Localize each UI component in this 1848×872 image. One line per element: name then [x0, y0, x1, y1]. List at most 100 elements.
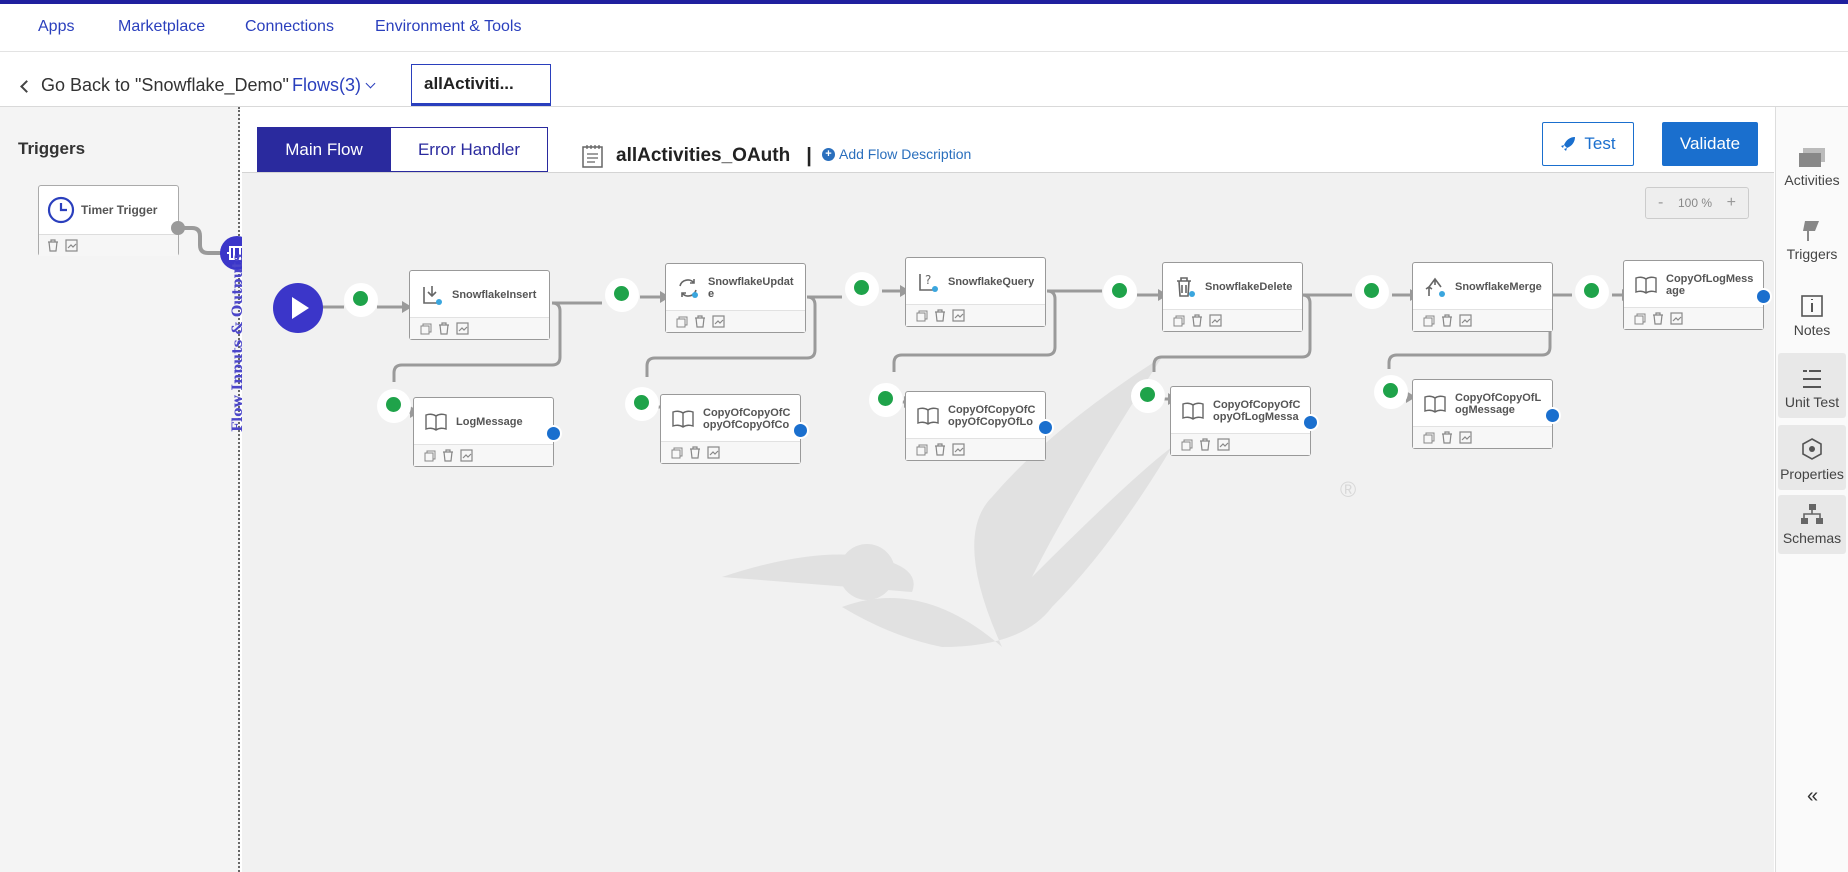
activity-node[interactable]: CopyOfLogMessage	[1623, 260, 1772, 330]
activity-label: LogMessage	[456, 415, 523, 428]
snowflake-insert-icon	[423, 285, 442, 305]
copy-icon[interactable]	[671, 447, 683, 459]
mapping-icon[interactable]	[1217, 438, 1230, 451]
rail-triggers[interactable]: Triggers	[1778, 219, 1846, 262]
rail-notes[interactable]: Notes	[1778, 293, 1846, 338]
flows-dropdown-label: Flows(3)	[292, 75, 362, 95]
copy-icon[interactable]	[1423, 315, 1435, 327]
copy-icon[interactable]	[1634, 313, 1646, 325]
success-branch-marker[interactable]	[1575, 275, 1609, 309]
flow-canvas[interactable]: Main Flow Error Handler allActivities_OA…	[242, 107, 1774, 872]
trash-icon[interactable]	[934, 309, 946, 322]
trash-icon[interactable]	[1441, 314, 1453, 327]
nav-environment-tools[interactable]: Environment & Tools	[375, 18, 521, 36]
triggers-title: Triggers	[18, 139, 86, 158]
success-branch-marker[interactable]	[1103, 275, 1137, 309]
trash-icon[interactable]	[442, 449, 454, 462]
rail-schemas[interactable]: Schemas	[1778, 495, 1846, 554]
success-branch-marker[interactable]	[1131, 379, 1165, 413]
activity-node[interactable]: LogMessage	[413, 397, 562, 467]
chevron-down-icon	[365, 78, 376, 89]
copy-icon[interactable]	[916, 310, 928, 322]
nav-apps[interactable]: Apps	[38, 18, 74, 36]
play-icon	[292, 297, 309, 319]
activity-node[interactable]: ? SnowflakeQuery	[905, 257, 1046, 327]
activity-node[interactable]: SnowflakeMerge	[1412, 262, 1553, 332]
rail-unit-test-label: Unit Test	[1784, 394, 1840, 410]
activity-node[interactable]: SnowflakeDelete	[1162, 262, 1303, 332]
copy-icon[interactable]	[420, 323, 432, 335]
flow-end-icon[interactable]	[1755, 288, 1772, 305]
trash-icon[interactable]	[694, 315, 706, 328]
success-branch-marker[interactable]	[344, 283, 378, 317]
success-branch-marker[interactable]	[377, 389, 411, 423]
activity-node[interactable]: CopyOfCopyOfCopyOfCopyOfCo	[660, 394, 809, 464]
trash-icon[interactable]	[1441, 431, 1453, 444]
success-branch-marker[interactable]	[1374, 375, 1408, 409]
check-circle-icon	[1364, 283, 1379, 298]
success-branch-marker[interactable]	[625, 387, 659, 421]
rail-activities[interactable]: Activities	[1778, 147, 1846, 188]
nav-marketplace[interactable]: Marketplace	[118, 18, 205, 36]
activity-node[interactable]: CopyOfCopyOfCopyOfCopyOfLo	[905, 391, 1054, 461]
activity-label: SnowflakeQuery	[948, 275, 1035, 288]
success-branch-marker[interactable]	[869, 383, 903, 417]
go-back-label: Go Back to "Snowflake_Demo"	[41, 75, 289, 95]
copy-icon[interactable]	[1173, 315, 1185, 327]
success-branch-marker[interactable]	[845, 272, 879, 306]
mapping-icon[interactable]	[1209, 314, 1222, 327]
mapping-icon[interactable]	[1459, 314, 1472, 327]
check-circle-icon	[634, 395, 649, 410]
activity-node[interactable]: SnowflakeInsert	[409, 270, 550, 340]
mapping-icon[interactable]	[456, 322, 469, 335]
flow-end-icon[interactable]	[1302, 414, 1319, 431]
mapping-icon[interactable]	[460, 449, 473, 462]
check-circle-icon	[878, 391, 893, 406]
mapping-icon[interactable]	[1670, 312, 1683, 325]
rail-notes-label: Notes	[1793, 322, 1831, 338]
activity-node[interactable]: CopyOfCopyOfCopyOfLogMessa	[1170, 386, 1319, 456]
copy-icon[interactable]	[424, 450, 436, 462]
mapping-icon[interactable]	[712, 315, 725, 328]
trash-icon[interactable]	[934, 443, 946, 456]
copy-icon[interactable]	[916, 444, 928, 456]
activity-label: CopyOfLogMessage	[1666, 272, 1754, 297]
trash-icon[interactable]	[47, 239, 59, 252]
nav-connections[interactable]: Connections	[245, 18, 334, 36]
mapping-icon[interactable]	[952, 309, 965, 322]
success-branch-marker[interactable]	[605, 278, 639, 312]
trash-icon[interactable]	[1652, 312, 1664, 325]
trash-icon[interactable]	[1191, 314, 1203, 327]
copy-icon[interactable]	[1181, 439, 1193, 451]
collapse-panel-button[interactable]: «	[1807, 785, 1818, 808]
copy-icon[interactable]	[1423, 432, 1435, 444]
check-circle-icon	[353, 291, 368, 306]
activity-label: SnowflakeMerge	[1455, 280, 1542, 293]
rail-properties[interactable]: Properties	[1778, 425, 1846, 490]
flow-end-icon[interactable]	[545, 425, 562, 442]
timer-trigger-card[interactable]: Timer Trigger	[38, 185, 179, 256]
flows-dropdown[interactable]: Flows(3)	[292, 75, 376, 96]
copy-icon[interactable]	[676, 316, 688, 328]
mapping-icon[interactable]	[1459, 431, 1472, 444]
success-branch-marker[interactable]	[1355, 275, 1389, 309]
flow-end-icon[interactable]	[792, 422, 809, 439]
flow-tab-active[interactable]: allActiviti...	[411, 64, 551, 106]
mapping-icon[interactable]	[707, 446, 720, 459]
activity-node[interactable]: SnowflakeUpdate	[665, 263, 806, 333]
activity-label: SnowflakeDelete	[1205, 280, 1293, 293]
mapping-icon[interactable]	[952, 443, 965, 456]
trash-icon[interactable]	[1199, 438, 1211, 451]
rail-unit-test[interactable]: Unit Test	[1778, 353, 1846, 418]
flow-end-icon[interactable]	[1037, 419, 1054, 436]
flow-end-icon[interactable]	[1544, 407, 1561, 424]
trash-icon[interactable]	[438, 322, 450, 335]
activity-node[interactable]: CopyOfCopyOfLogMessage	[1412, 379, 1561, 449]
top-navigation: Apps Marketplace Connections Environment…	[0, 4, 1848, 52]
trash-icon[interactable]	[689, 446, 701, 459]
go-back-link[interactable]: Go Back to "Snowflake_Demo"	[20, 75, 289, 96]
activity-label: SnowflakeUpdate	[708, 275, 794, 300]
mapping-icon[interactable]	[65, 239, 78, 252]
rail-triggers-label: Triggers	[1786, 246, 1838, 262]
flow-start-button[interactable]	[273, 283, 323, 333]
